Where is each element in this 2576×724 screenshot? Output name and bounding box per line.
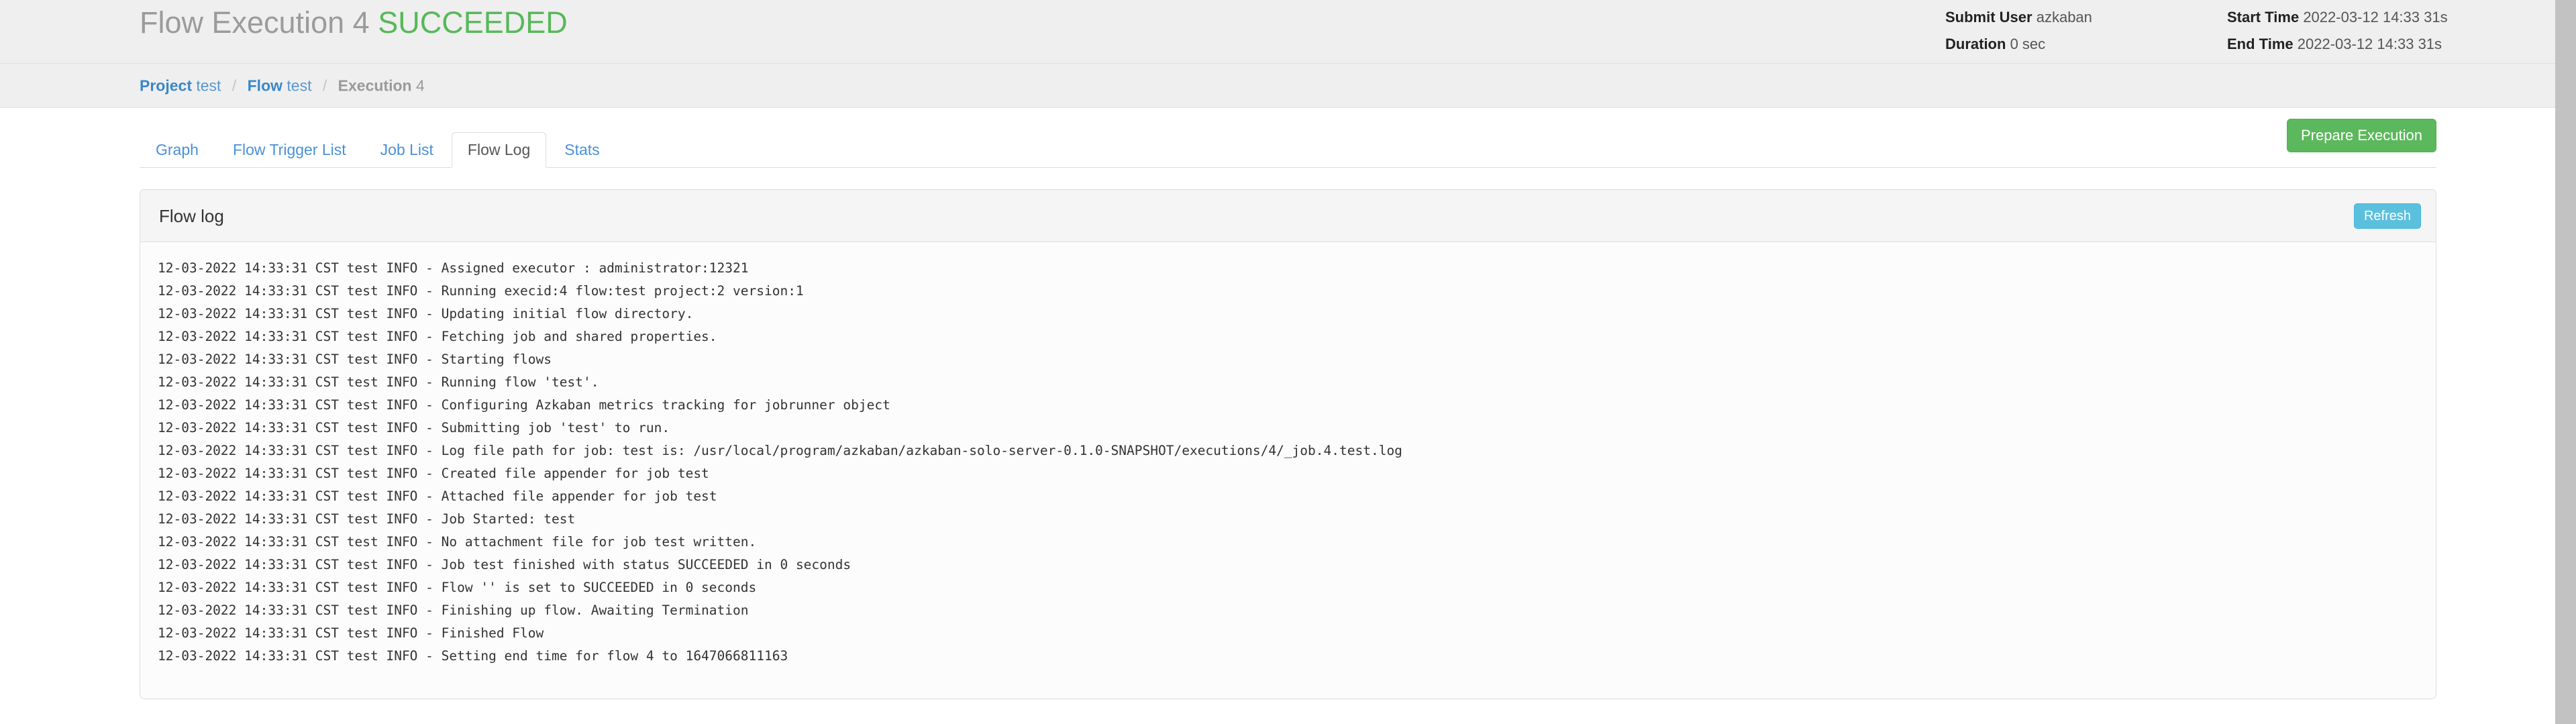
flow-log-panel-body[interactable]: 12-03-2022 14:33:31 CST test INFO - Assi… [140, 242, 2436, 699]
tab-graph[interactable]: Graph [140, 132, 215, 168]
flow-log-panel: Flow log Refresh 12-03-2022 14:33:31 CST… [140, 189, 2436, 699]
page-scrollbar[interactable] [2555, 0, 2576, 724]
meta-row-submit-user: Submit User azkaban [1945, 4, 2227, 31]
tab-bar: Graph Flow Trigger List Job List Flow Lo… [140, 108, 2436, 168]
breadcrumb-execution-label: Execution [338, 76, 412, 94]
prepare-execution-button[interactable]: Prepare Execution [2287, 119, 2436, 152]
tab-job-list[interactable]: Job List [364, 132, 450, 168]
meta-column-submit: Submit User azkaban Duration 0 sec [1945, 4, 2227, 58]
submit-user-value: azkaban [2036, 9, 2092, 25]
flow-log-panel-header: Flow log Refresh [140, 190, 2436, 242]
page-title-text: Flow Execution 4 [140, 5, 370, 40]
breadcrumb-separator-2: / [322, 76, 327, 94]
meta-row-start-time: Start Time 2022-03-12 14:33 31s [2227, 4, 2576, 31]
breadcrumb-project-value[interactable]: test [196, 76, 221, 94]
duration-label: Duration [1945, 36, 2006, 52]
tab-flow-trigger-list[interactable]: Flow Trigger List [217, 132, 362, 168]
execution-meta: Submit User azkaban Duration 0 sec Start… [1945, 0, 2576, 64]
breadcrumb-bar: Project test / Flow test / Execution 4 [0, 64, 2576, 108]
tab-list: Graph Flow Trigger List Job List Flow Lo… [140, 132, 618, 168]
breadcrumb-flow-link[interactable]: Flow [248, 76, 282, 94]
flow-log-text: 12-03-2022 14:33:31 CST test INFO - Assi… [158, 260, 1402, 664]
breadcrumb-flow-value[interactable]: test [287, 76, 311, 94]
main-content: Graph Flow Trigger List Job List Flow Lo… [0, 108, 2576, 723]
meta-row-end-time: End Time 2022-03-12 14:33 31s [2227, 31, 2576, 58]
meta-column-times: Start Time 2022-03-12 14:33 31s End Time… [2227, 4, 2576, 58]
page-title: Flow Execution 4 SUCCEEDED [140, 5, 568, 40]
refresh-button[interactable]: Refresh [2353, 203, 2421, 229]
status-badge: SUCCEEDED [378, 5, 568, 40]
submit-user-label: Submit User [1945, 9, 2032, 25]
tab-stats[interactable]: Stats [548, 132, 615, 168]
end-time-label: End Time [2227, 36, 2294, 52]
start-time-value: 2022-03-12 14:33 31s [2303, 9, 2448, 25]
breadcrumb-project-link[interactable]: Project [140, 76, 192, 94]
page-header: Flow Execution 4 SUCCEEDED Submit User a… [0, 0, 2576, 64]
breadcrumb: Project test / Flow test / Execution 4 [140, 76, 425, 95]
flow-log-panel-title: Flow log [159, 205, 224, 226]
meta-row-duration: Duration 0 sec [1945, 31, 2227, 58]
tab-flow-log[interactable]: Flow Log [451, 132, 547, 168]
duration-value: 0 sec [2010, 36, 2046, 52]
breadcrumb-separator-1: / [231, 76, 237, 94]
breadcrumb-execution-value: 4 [415, 76, 425, 94]
start-time-label: Start Time [2227, 9, 2300, 25]
end-time-value: 2022-03-12 14:33 31s [2297, 36, 2442, 52]
